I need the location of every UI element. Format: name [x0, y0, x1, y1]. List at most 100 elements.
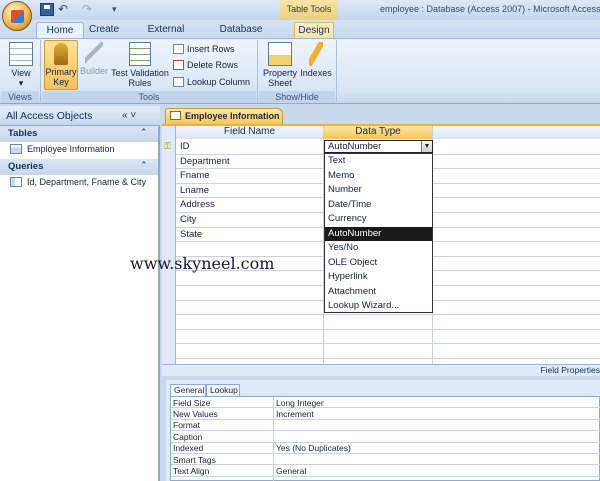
- field-name-cell[interactable]: Address: [177, 198, 322, 213]
- property-value[interactable]: Yes (No Duplicates): [276, 443, 596, 454]
- chevron-down-icon: ▾: [18, 78, 24, 88]
- description-header[interactable]: [433, 126, 600, 139]
- primary-key-row-icon: ⚿: [164, 141, 171, 151]
- data-type-option[interactable]: Memo: [325, 169, 432, 184]
- table-icon: [10, 144, 22, 154]
- table-row[interactable]: [176, 315, 600, 330]
- section-collapse-icon[interactable]: ⌃: [140, 160, 148, 171]
- datasheet-view-icon: [9, 42, 33, 66]
- delete-rows-button[interactable]: Delete Rows: [173, 58, 238, 73]
- customize-qat-icon[interactable]: ▾: [112, 3, 126, 16]
- table-row[interactable]: [176, 330, 600, 345]
- data-type-option[interactable]: Currency: [325, 212, 432, 227]
- property-value[interactable]: [276, 455, 596, 466]
- nav-item-label: Employee Information: [27, 144, 115, 154]
- tab-home[interactable]: Home: [36, 22, 84, 39]
- delete-rows-label: Delete Rows: [187, 60, 239, 70]
- test-validation-rules-button[interactable]: Test Validation Rules: [110, 42, 170, 88]
- lookup-column-button[interactable]: Lookup Column: [173, 75, 250, 90]
- contextual-tab-group-label: Table Tools: [280, 0, 338, 20]
- indexes-label: Indexes: [300, 68, 332, 78]
- views-group-label: Views: [1, 91, 39, 103]
- property-sheet-button[interactable]: Property Sheet: [261, 42, 299, 88]
- delete-rows-icon: [173, 60, 184, 70]
- data-type-option[interactable]: Text: [325, 154, 432, 169]
- undo-icon[interactable]: ↶: [58, 3, 72, 16]
- data-type-option[interactable]: Yes/No: [325, 241, 432, 256]
- tools-group-label: Tools: [42, 91, 256, 103]
- property-name: Caption: [173, 431, 203, 442]
- nav-pane-title: All Access Objects: [6, 110, 93, 122]
- watermark-text: www.skyneel.com: [130, 254, 275, 273]
- table-row[interactable]: [176, 344, 600, 359]
- property-value[interactable]: [276, 432, 596, 443]
- property-value[interactable]: [276, 420, 596, 431]
- nav-section-queries[interactable]: Queries: [0, 159, 158, 175]
- show-hide-group-label: Show/Hide: [259, 91, 335, 103]
- field-name-header[interactable]: Field Name: [176, 126, 323, 139]
- ribbon-separator: [40, 40, 41, 102]
- builder-label: Builder: [79, 66, 108, 76]
- office-logo-icon: [11, 10, 24, 23]
- property-name: Indexed: [173, 443, 204, 454]
- data-type-option[interactable]: Number: [325, 183, 432, 198]
- builder-button[interactable]: Builder: [79, 42, 109, 76]
- primary-key-button[interactable]: Primary Key: [44, 40, 78, 90]
- property-name: New Values: [173, 408, 218, 419]
- table-design-icon: [170, 111, 181, 120]
- property-value[interactable]: Long Integer: [276, 398, 596, 409]
- field-properties-label: Field Properties: [540, 365, 600, 375]
- data-type-option[interactable]: AutoNumber: [325, 226, 432, 241]
- data-type-option[interactable]: Date/Time: [325, 198, 432, 213]
- view-button[interactable]: View ▾: [4, 42, 38, 88]
- data-type-option[interactable]: Attachment: [325, 285, 432, 300]
- data-type-option[interactable]: Lookup Wizard...: [325, 299, 432, 314]
- test-validation-rules-label: Test Validation Rules: [111, 68, 169, 88]
- property-sheet-label: Property Sheet: [262, 68, 297, 88]
- document-tab-label: Employee Information: [185, 111, 280, 121]
- insert-rows-icon: [173, 44, 184, 54]
- section-collapse-icon[interactable]: ⌃: [140, 127, 148, 138]
- insert-rows-label: Insert Rows: [187, 44, 235, 54]
- insert-rows-button[interactable]: Insert Rows: [173, 42, 235, 57]
- tab-database-tools[interactable]: Database Tools: [207, 22, 275, 50]
- query-icon: [10, 177, 22, 187]
- document-tab-employee-information[interactable]: Employee Information: [165, 108, 283, 124]
- redo-icon[interactable]: ↷: [82, 3, 96, 16]
- field-name-cell[interactable]: Fname: [177, 169, 322, 184]
- property-sheet-icon: [268, 42, 292, 66]
- indexes-button[interactable]: Indexes: [300, 42, 332, 78]
- dropdown-arrow-icon[interactable]: ▼: [421, 141, 432, 152]
- nav-item-query[interactable]: Id, Department, Fname & City: [10, 175, 146, 190]
- property-name: Text Align: [173, 465, 210, 476]
- office-button[interactable]: [2, 1, 32, 31]
- tab-design[interactable]: Design: [294, 22, 334, 39]
- lookup-column-icon: [173, 77, 184, 87]
- lightning-icon: [309, 42, 323, 66]
- ribbon-separator: [257, 40, 258, 102]
- nav-pane-collapse-icon[interactable]: « ˅: [122, 110, 136, 121]
- nav-section-tables[interactable]: Tables: [0, 126, 158, 142]
- field-name-cell[interactable]: Lname: [177, 184, 322, 199]
- tab-general[interactable]: General: [170, 384, 206, 396]
- tab-external-data[interactable]: External Data: [134, 22, 198, 50]
- data-type-option[interactable]: Hyperlink: [325, 270, 432, 285]
- nav-item-label: Id, Department, Fname & City: [27, 177, 147, 187]
- nav-section-title: Tables: [8, 128, 38, 139]
- field-name-cell[interactable]: City: [177, 213, 322, 228]
- data-type-option[interactable]: OLE Object: [325, 256, 432, 271]
- nav-item-employee-information[interactable]: Employee Information: [10, 142, 115, 157]
- nav-section-title: Queries: [8, 161, 44, 172]
- data-type-select[interactable]: AutoNumber: [324, 140, 433, 153]
- field-name-cell[interactable]: Department: [177, 155, 322, 170]
- tab-lookup[interactable]: Lookup: [206, 384, 240, 396]
- tab-create[interactable]: Create: [86, 22, 122, 39]
- ribbon-separator: [336, 40, 337, 102]
- property-value[interactable]: General: [276, 466, 596, 477]
- save-icon[interactable]: [40, 3, 54, 16]
- row-selector-column[interactable]: [162, 126, 176, 364]
- field-name-cell[interactable]: ID: [177, 140, 322, 155]
- property-value[interactable]: Increment: [276, 409, 596, 420]
- data-type-header[interactable]: Data Type: [324, 126, 432, 139]
- field-name-cell[interactable]: State: [177, 228, 322, 243]
